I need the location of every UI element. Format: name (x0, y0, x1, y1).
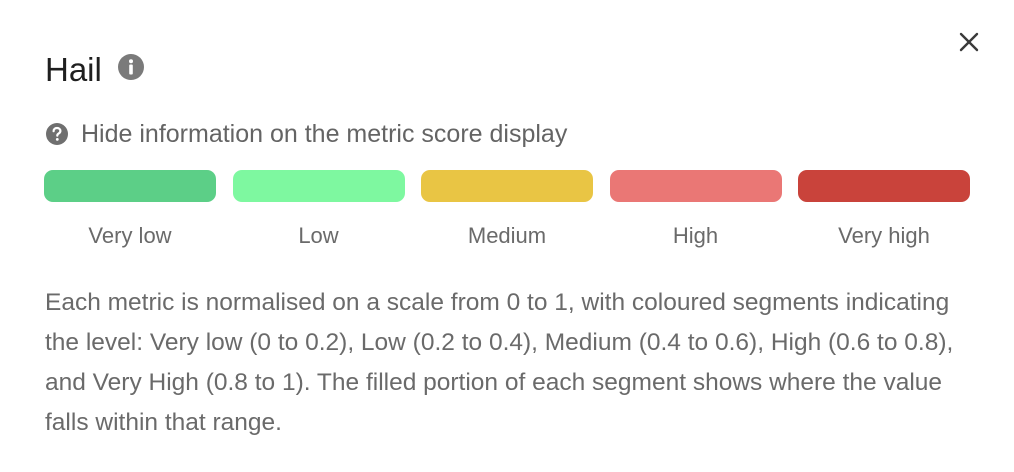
panel-header: Hail (45, 50, 145, 90)
metric-info-panel: Hail Hide information on the metric scor… (0, 0, 1014, 472)
segment-bar (609, 170, 782, 202)
close-icon[interactable] (955, 28, 983, 56)
segment-label: Very low (88, 223, 172, 248)
question-circle-icon (45, 122, 69, 146)
segment-high: High (609, 170, 782, 250)
hide-info-toggle[interactable]: Hide information on the metric score dis… (45, 118, 567, 150)
segment-label: High (672, 223, 719, 248)
segment-bar (421, 170, 593, 202)
level-scale: Very low Low Medium High Very high (44, 170, 970, 250)
segment-very-high: Very high (798, 170, 970, 250)
segment-bar (232, 170, 405, 202)
segment-bar (798, 170, 970, 202)
segment-low: Low (232, 170, 405, 250)
segment-label: Low (298, 223, 339, 248)
info-icon[interactable] (117, 53, 145, 81)
toggle-label: Hide information on the metric score dis… (81, 120, 568, 148)
panel-title: Hail (45, 51, 102, 88)
scale-description: Each metric is normalised on a scale fro… (45, 289, 954, 436)
segment-very-low: Very low (44, 170, 216, 250)
segment-bar (44, 170, 216, 202)
segment-label: Very high (838, 223, 930, 248)
segment-medium: Medium (421, 170, 593, 250)
segment-label: Medium (467, 223, 547, 248)
